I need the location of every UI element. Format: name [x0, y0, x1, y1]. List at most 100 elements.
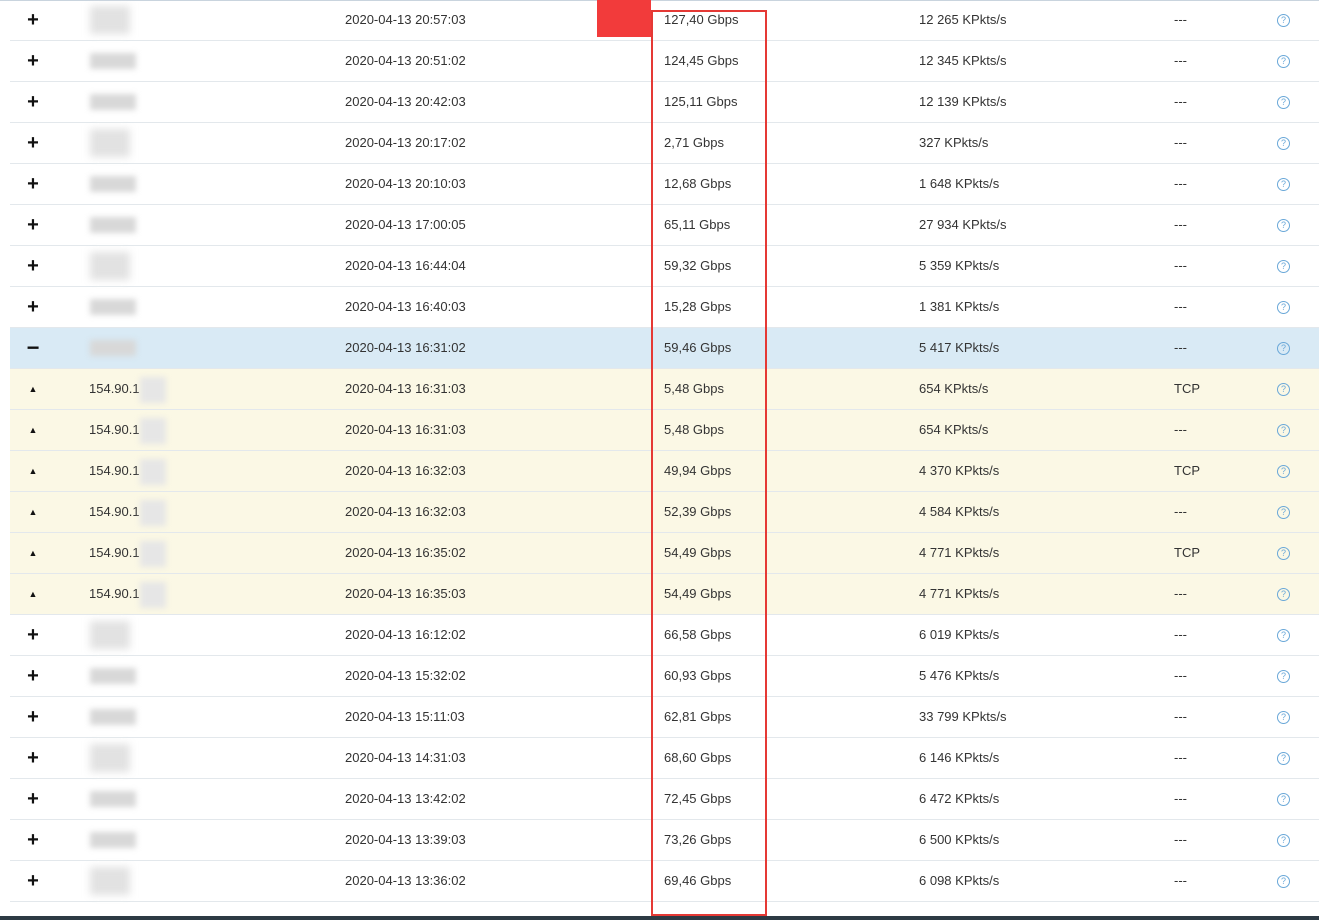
help-icon[interactable]: ?: [1277, 301, 1290, 315]
peak-bandwidth: 69,46 Gbps: [664, 873, 732, 888]
expand-row-icon[interactable]: +: [22, 0, 44, 40]
table-row[interactable]: +2020-04-13 20:42:03 125,11 Gbps 12 139 KP…: [10, 82, 1319, 123]
help-icon[interactable]: ?: [1277, 137, 1290, 151]
help-icon[interactable]: ?: [1277, 629, 1290, 643]
help-icon[interactable]: ?: [1277, 219, 1290, 233]
help-icon[interactable]: ?: [1277, 711, 1290, 725]
ip-redaction-blur: [90, 129, 130, 157]
collapse-caret-icon[interactable]: ▲: [22, 410, 44, 450]
expand-row-icon[interactable]: +: [22, 861, 44, 901]
ip-redaction-blur: [140, 377, 166, 403]
help-icon[interactable]: ?: [1277, 752, 1290, 766]
help-cell: ?: [1277, 410, 1293, 450]
table-row[interactable]: +2020-04-13 20:57:03 127,40 Gbps 12 265 KP…: [10, 0, 1319, 41]
protocol: ---: [1174, 627, 1187, 642]
table-row[interactable]: +2020-04-13 16:12:02 66,58 Gbps 6 019 KPkt…: [10, 615, 1319, 656]
expand-row-icon[interactable]: +: [22, 164, 44, 204]
collapse-caret-icon[interactable]: ▲: [22, 492, 44, 532]
peak-packet-rate: 12 139 KPkts/s: [919, 94, 1007, 109]
peak-bandwidth: 62,81 Gbps: [664, 709, 732, 724]
table-row[interactable]: +2020-04-13 15:11:03 62,81 Gbps 33 799 KPk…: [10, 697, 1319, 738]
help-icon[interactable]: ?: [1277, 547, 1290, 561]
help-icon[interactable]: ?: [1277, 55, 1290, 69]
peak-bandwidth: 12,68 Gbps: [664, 176, 732, 191]
help-cell: ?: [1277, 492, 1293, 532]
protocol: ---: [1174, 217, 1187, 232]
expand-row-icon[interactable]: +: [22, 820, 44, 860]
peak-packet-rate: 27 934 KPkts/s: [919, 217, 1007, 232]
table-row[interactable]: +2020-04-13 16:44:04 59,32 Gbps 5 359 KPkt…: [10, 246, 1319, 287]
help-icon[interactable]: ?: [1277, 424, 1290, 438]
table-row[interactable]: +2020-04-13 13:42:02 72,45 Gbps 6 472 KPkt…: [10, 779, 1319, 820]
expand-row-icon[interactable]: +: [22, 287, 44, 327]
peak-bandwidth: 73,26 Gbps: [664, 832, 732, 847]
peak-bandwidth: 54,49 Gbps: [664, 545, 732, 560]
help-icon[interactable]: ?: [1277, 260, 1290, 274]
protocol: ---: [1174, 709, 1187, 724]
help-cell: ?: [1277, 779, 1293, 819]
expand-row-icon[interactable]: +: [22, 738, 44, 778]
help-icon[interactable]: ?: [1277, 506, 1290, 520]
ip-redaction-blur: [90, 621, 130, 649]
ip-redaction-blur: [90, 53, 136, 69]
collapse-row-icon[interactable]: −: [22, 328, 44, 368]
expand-row-icon[interactable]: +: [22, 41, 44, 81]
help-icon[interactable]: ?: [1277, 834, 1290, 848]
table-row[interactable]: +2020-04-13 20:10:03 12,68 Gbps 1 648 KPkt…: [10, 164, 1319, 205]
help-icon[interactable]: ?: [1277, 342, 1290, 356]
help-icon[interactable]: ?: [1277, 793, 1290, 807]
help-icon[interactable]: ?: [1277, 14, 1290, 28]
table-child-row[interactable]: ▲ 154.90.1 2020-04-13 16:31:03 5,48 Gbps 654…: [10, 369, 1319, 410]
peak-bandwidth: 72,45 Gbps: [664, 791, 732, 806]
expand-row-icon[interactable]: +: [22, 246, 44, 286]
table-row[interactable]: +2020-04-13 13:39:03 73,26 Gbps 6 500 KPkt…: [10, 820, 1319, 861]
ip-redaction-blur: [90, 709, 136, 725]
peak-bandwidth: 59,46 Gbps: [664, 340, 732, 355]
table-child-row[interactable]: ▲ 154.90.1 2020-04-13 16:32:03 52,39 Gbps 4 …: [10, 492, 1319, 533]
table-child-row[interactable]: ▲ 154.90.1 2020-04-13 16:35:02 54,49 Gbps 4 …: [10, 533, 1319, 574]
table-row[interactable]: +2020-04-13 17:00:05 65,11 Gbps 27 934 KPk…: [10, 205, 1319, 246]
peak-bandwidth: 125,11 Gbps: [664, 94, 738, 109]
collapse-caret-icon[interactable]: ▲: [22, 533, 44, 573]
peak-packet-rate: 327 KPkts/s: [919, 135, 989, 150]
attack-timestamp: 2020-04-13 16:31:03: [345, 422, 466, 437]
collapse-caret-icon[interactable]: ▲: [22, 451, 44, 491]
attack-timestamp: 2020-04-13 20:51:02: [345, 53, 466, 68]
help-cell: ?: [1277, 533, 1293, 573]
table-child-row[interactable]: ▲ 154.90.1 2020-04-13 16:35:03 54,49 Gbps 4 …: [10, 574, 1319, 615]
help-icon[interactable]: ?: [1277, 875, 1290, 889]
help-icon[interactable]: ?: [1277, 465, 1290, 479]
attack-timestamp: 2020-04-13 13:39:03: [345, 832, 466, 847]
help-icon[interactable]: ?: [1277, 178, 1290, 192]
table-row[interactable]: +2020-04-13 20:17:02 2,71 Gbps 327 KPkts/s…: [10, 123, 1319, 164]
expand-row-icon[interactable]: +: [22, 697, 44, 737]
peak-bandwidth: 65,11 Gbps: [664, 217, 731, 232]
expand-row-icon[interactable]: +: [22, 205, 44, 245]
expand-row-icon[interactable]: +: [22, 123, 44, 163]
collapse-caret-icon[interactable]: ▲: [22, 369, 44, 409]
help-icon[interactable]: ?: [1277, 383, 1290, 397]
table-row[interactable]: − 2020-04-13 16:31:02 59,46 Gbps 5 417 KPkt…: [10, 328, 1319, 369]
table-row[interactable]: +2020-04-13 16:40:03 15,28 Gbps 1 381 KPkt…: [10, 287, 1319, 328]
table-row[interactable]: +2020-04-13 14:31:03 68,60 Gbps 6 146 KPkt…: [10, 738, 1319, 779]
ip-redaction-blur: [90, 867, 130, 895]
ip-redaction-blur: [140, 541, 166, 567]
expand-row-icon[interactable]: +: [22, 779, 44, 819]
collapse-caret-icon[interactable]: ▲: [22, 574, 44, 614]
table-row[interactable]: +2020-04-13 15:32:02 60,93 Gbps 5 476 KPkt…: [10, 656, 1319, 697]
help-icon[interactable]: ?: [1277, 670, 1290, 684]
help-cell: ?: [1277, 820, 1293, 860]
expand-row-icon[interactable]: +: [22, 82, 44, 122]
expand-row-icon[interactable]: +: [22, 656, 44, 696]
expand-row-icon[interactable]: +: [22, 615, 44, 655]
help-cell: ?: [1277, 328, 1293, 368]
help-icon[interactable]: ?: [1277, 588, 1290, 602]
table-row[interactable]: +2020-04-13 20:51:02 124,45 Gbps 12 345 KP…: [10, 41, 1319, 82]
table-child-row[interactable]: ▲ 154.90.1 2020-04-13 16:32:03 49,94 Gbps 4 …: [10, 451, 1319, 492]
attack-timestamp: 2020-04-13 14:31:03: [345, 750, 466, 765]
help-icon[interactable]: ?: [1277, 96, 1290, 110]
table-row[interactable]: +2020-04-13 13:36:02 69,46 Gbps 6 098 KPkt…: [10, 861, 1319, 902]
attack-timestamp: 2020-04-13 16:31:02: [345, 340, 466, 355]
ip-redaction-blur: [140, 459, 166, 485]
table-child-row[interactable]: ▲ 154.90.1 2020-04-13 16:31:03 5,48 Gbps 654…: [10, 410, 1319, 451]
